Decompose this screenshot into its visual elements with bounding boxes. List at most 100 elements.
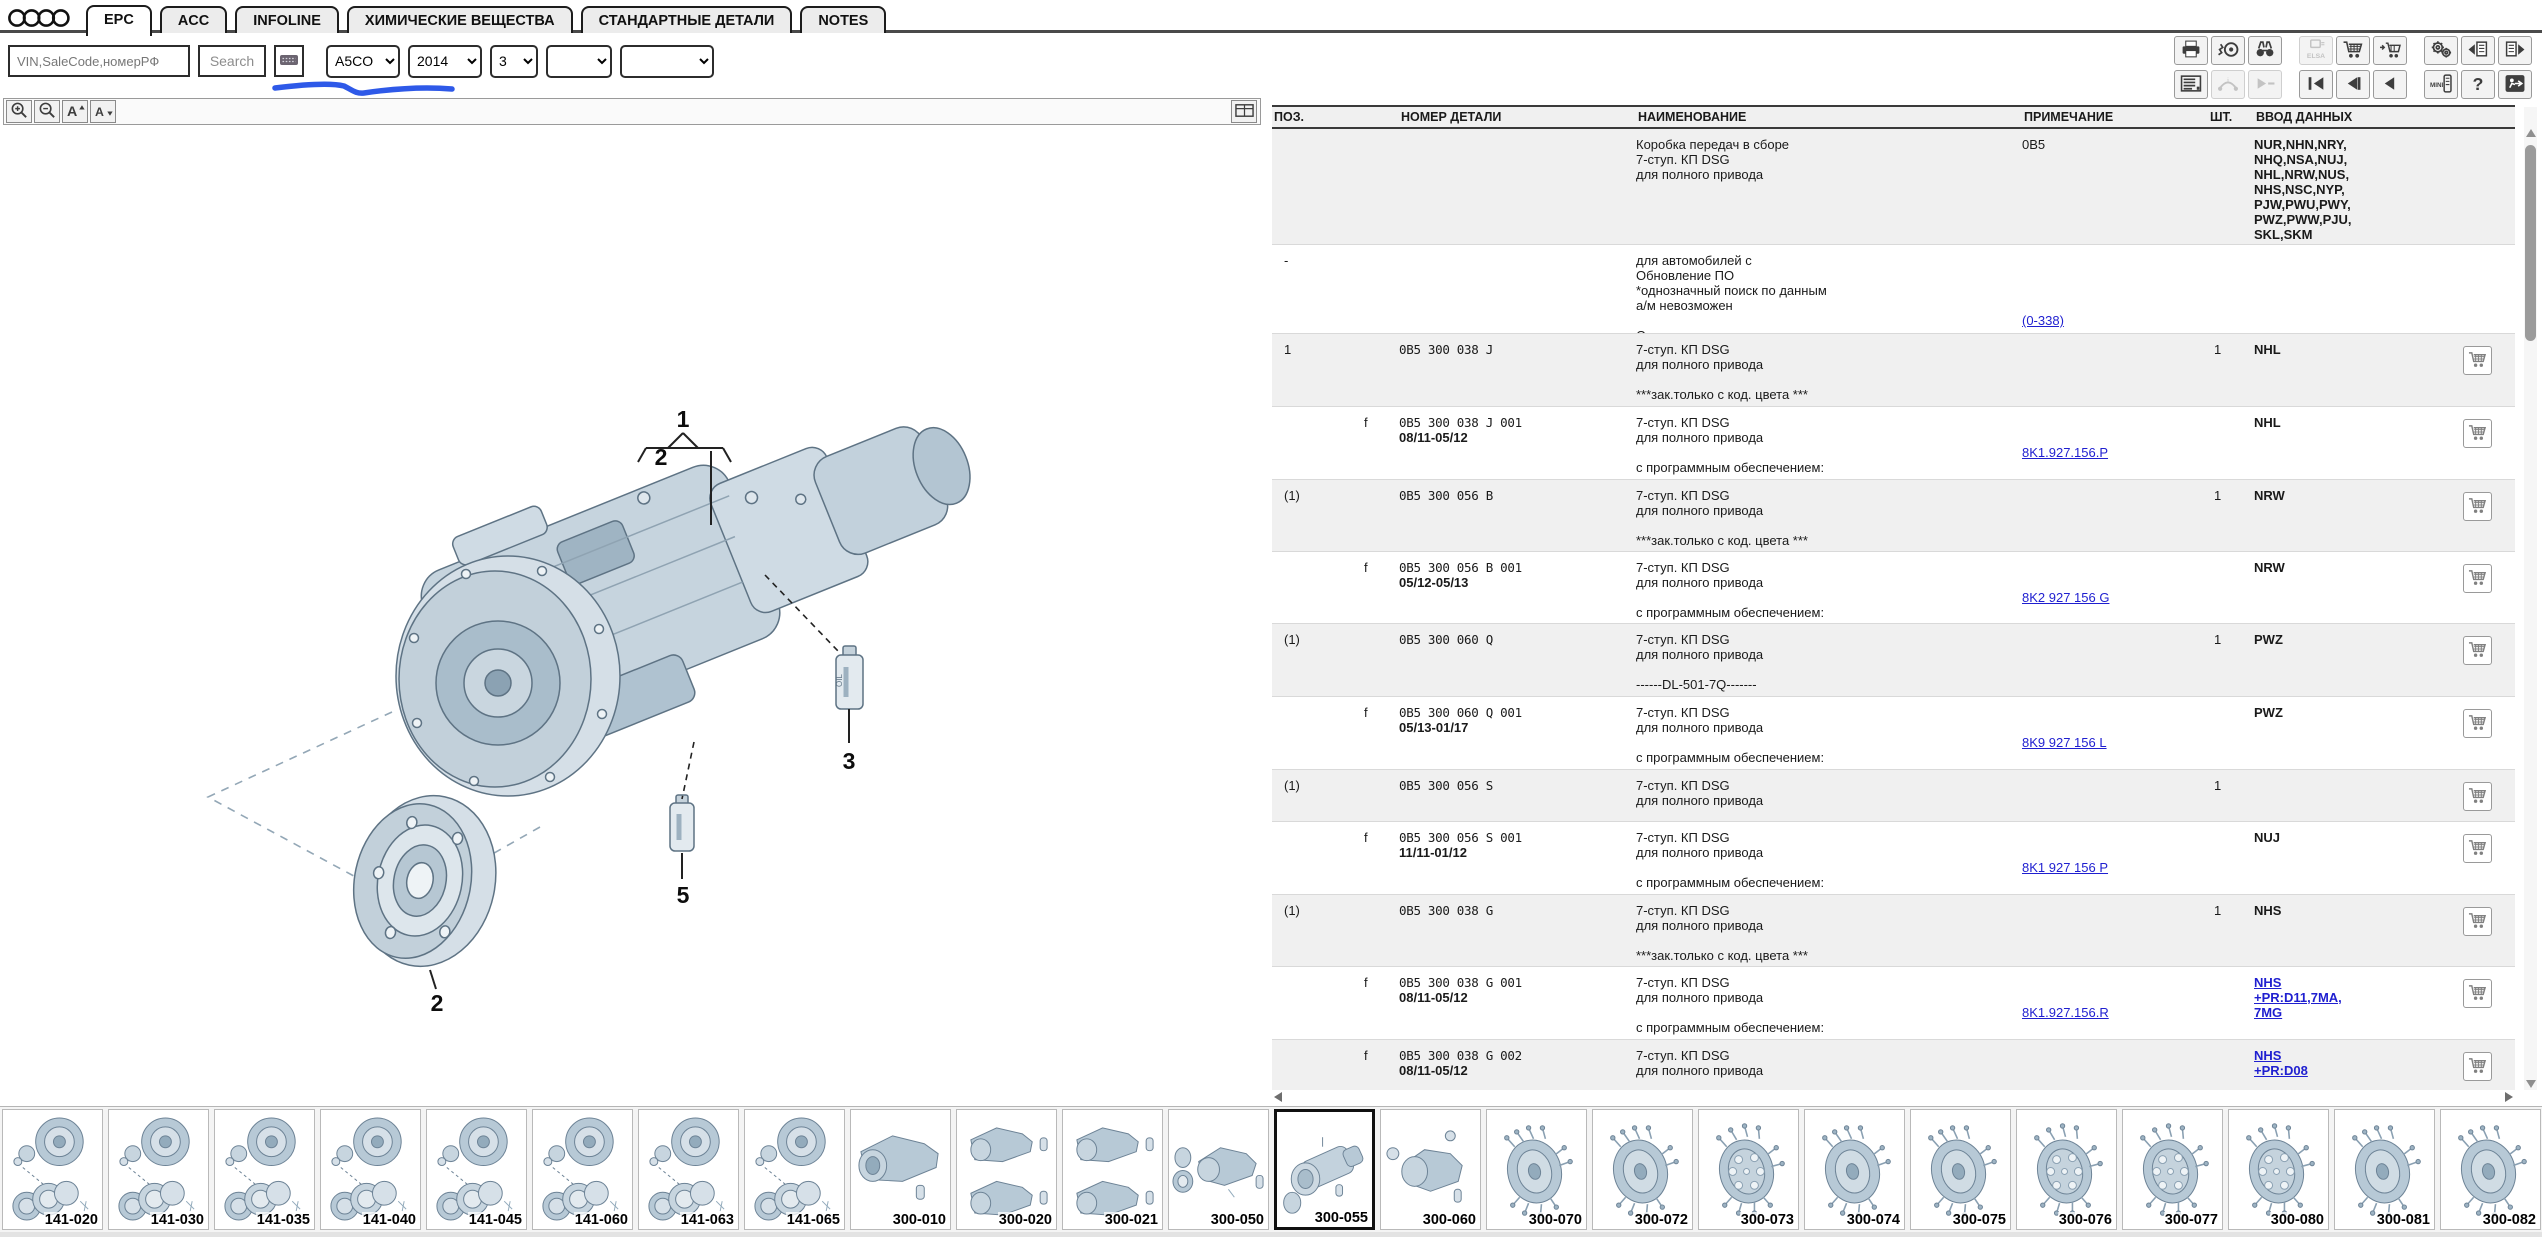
engine-select[interactable]: [546, 45, 612, 78]
filmstrip-thumb-300-020[interactable]: 300-020: [956, 1109, 1057, 1230]
filmstrip-thumb-300-010[interactable]: 300-010: [850, 1109, 951, 1230]
table-row[interactable]: (1)0B5 300 056 S7-ступ. КП DSGдля полног…: [1272, 770, 2515, 822]
tab-epc[interactable]: EPC: [86, 5, 152, 36]
remark-cell: 8K2 927 156 G: [2022, 552, 2208, 623]
cart-transfer-button[interactable]: [2373, 36, 2407, 65]
table-row[interactable]: (1)0B5 300 038 G7-ступ. КП DSGдля полног…: [1272, 895, 2515, 967]
search-parts-button[interactable]: [2248, 36, 2282, 65]
filmstrip-thumb-141-035[interactable]: 141-035: [214, 1109, 315, 1230]
filmstrip-thumb-300-021[interactable]: 300-021: [1062, 1109, 1163, 1230]
add-to-cart-button[interactable]: [2463, 782, 2492, 811]
scroll-right-arrow[interactable]: [2505, 1092, 2513, 1102]
filmstrip-thumb-300-060[interactable]: 300-060: [1380, 1109, 1481, 1230]
add-to-cart-button[interactable]: [2463, 492, 2492, 521]
filmstrip-thumb-300-080[interactable]: 300-080: [2228, 1109, 2329, 1230]
data-entry-link[interactable]: 7MG: [2254, 1005, 2440, 1020]
vin-search-input[interactable]: [8, 45, 190, 77]
tab-химические-вещества[interactable]: ХИМИЧЕСКИЕ ВЕЩЕСТВА: [347, 6, 573, 33]
vertical-scrollbar[interactable]: [2524, 107, 2537, 1090]
table-row[interactable]: 10B5 300 038 J7-ступ. КП DSGдля полного …: [1272, 334, 2515, 407]
table-row[interactable]: f0B5 300 038 J 00108/11-05/127-ступ. КП …: [1272, 407, 2515, 480]
zoom-in-button[interactable]: [6, 100, 32, 123]
table-row[interactable]: (1)0B5 300 060 Q7-ступ. КП DSGдля полног…: [1272, 624, 2515, 697]
prev-catalog-button[interactable]: [2461, 36, 2495, 65]
shopping-cart-button[interactable]: [2336, 36, 2370, 65]
table-row[interactable]: f0B5 300 056 S 00111/11-01/127-ступ. КП …: [1272, 822, 2515, 895]
table-row[interactable]: (1)0B5 300 056 B7-ступ. КП DSGдля полног…: [1272, 480, 2515, 552]
add-to-cart-button[interactable]: [2463, 834, 2492, 863]
settings-button[interactable]: [2424, 36, 2458, 65]
model-select[interactable]: A5CO: [326, 45, 400, 78]
year-select[interactable]: 2014: [408, 45, 482, 78]
filmstrip-thumb-141-030[interactable]: 141-030: [108, 1109, 209, 1230]
filmstrip-thumb-300-070[interactable]: 300-070: [1486, 1109, 1587, 1230]
table-row[interactable]: Коробка передач в сборе7-ступ. КП DSGдля…: [1272, 129, 2515, 245]
filmstrip-thumb-300-072[interactable]: 300-072: [1592, 1109, 1693, 1230]
table-row[interactable]: f0B5 300 038 G 00208/11-05/127-ступ. КП …: [1272, 1040, 2515, 1090]
transmission-select[interactable]: [620, 45, 714, 78]
font-increase-button[interactable]: A: [62, 100, 88, 123]
body-select[interactable]: 3: [490, 45, 538, 78]
add-to-cart-button[interactable]: [2463, 907, 2492, 936]
scroll-up-arrow[interactable]: [2526, 129, 2536, 137]
filmstrip-thumb-141-060[interactable]: 141-060: [532, 1109, 633, 1230]
callout-5[interactable]: 5: [677, 882, 690, 908]
filmstrip-thumb-141-040[interactable]: 141-040: [320, 1109, 421, 1230]
filmstrip-thumb-300-077[interactable]: 300-077: [2122, 1109, 2223, 1230]
add-to-cart-button[interactable]: [2463, 709, 2492, 738]
filmstrip-thumb-141-045[interactable]: 141-045: [426, 1109, 527, 1230]
scroll-left-arrow[interactable]: [1274, 1092, 1282, 1102]
filmstrip-thumb-300-076[interactable]: 300-076: [2016, 1109, 2117, 1230]
vertical-scroll-thumb[interactable]: [2525, 145, 2536, 341]
add-to-cart-button[interactable]: [2463, 1052, 2492, 1081]
filmstrip-thumb-300-074[interactable]: 300-074: [1804, 1109, 1905, 1230]
add-to-cart-button[interactable]: [2463, 636, 2492, 665]
tab-notes[interactable]: NOTES: [800, 6, 886, 33]
add-to-cart-button[interactable]: [2463, 419, 2492, 448]
filmstrip-scrollbar[interactable]: [0, 1232, 2542, 1237]
filmstrip-thumb-300-082[interactable]: 300-082: [2440, 1109, 2541, 1230]
callout-2[interactable]: 2: [431, 990, 444, 1016]
filmstrip-thumb-300-073[interactable]: 300-073: [1698, 1109, 1799, 1230]
data-entry-link[interactable]: +PR:D11,7MA,: [2254, 990, 2440, 1005]
remark-link[interactable]: 8K1 927 156 P: [2022, 860, 2108, 875]
remark-link[interactable]: 8K1.927.156.R: [2022, 1005, 2109, 1020]
table-row[interactable]: f0B5 300 038 G 00108/11-05/127-ступ. КП …: [1272, 967, 2515, 1040]
add-to-cart-button[interactable]: [2463, 564, 2492, 593]
filmstrip-thumb-141-065[interactable]: 141-065: [744, 1109, 845, 1230]
filmstrip-thumb-300-081[interactable]: 300-081: [2334, 1109, 2435, 1230]
horizontal-scrollbar[interactable]: [1272, 1091, 2515, 1104]
filmstrip-thumb-141-063[interactable]: 141-063: [638, 1109, 739, 1230]
zoom-out-button[interactable]: [34, 100, 60, 123]
remark-link[interactable]: 8K9 927 156 L: [2022, 735, 2107, 750]
keyboard-icon-button[interactable]: [274, 45, 304, 77]
data-entry-link[interactable]: NHS: [2254, 975, 2440, 990]
remark-link[interactable]: (0-338): [2022, 313, 2064, 328]
tab-acc[interactable]: ACC: [160, 6, 227, 33]
table-row[interactable]: -для автомобилей сОбновление ПО*однознач…: [1272, 245, 2515, 334]
add-to-cart-button[interactable]: [2463, 979, 2492, 1008]
table-row[interactable]: f0B5 300 056 B 00105/12-05/137-ступ. КП …: [1272, 552, 2515, 624]
filmstrip-thumb-141-020[interactable]: 141-020: [2, 1109, 103, 1230]
add-to-cart-button[interactable]: [2463, 346, 2492, 375]
vehicle-data-button[interactable]: [2211, 36, 2245, 65]
callout-3[interactable]: 3: [843, 748, 856, 774]
data-entry-link[interactable]: NHS: [2254, 1048, 2440, 1063]
table-row[interactable]: f0B5 300 060 Q 00105/13-01/177-ступ. КП …: [1272, 697, 2515, 770]
filmstrip-thumb-300-050[interactable]: 300-050: [1168, 1109, 1269, 1230]
font-decrease-button[interactable]: A: [90, 100, 116, 123]
scroll-down-arrow[interactable]: [2526, 1080, 2536, 1088]
tab-стандартные-детали[interactable]: СТАНДАРТНЫЕ ДЕТАЛИ: [581, 6, 793, 33]
next-catalog-button[interactable]: [2498, 36, 2532, 65]
remark-link[interactable]: 8K2 927 156 G: [2022, 590, 2109, 605]
remark-link[interactable]: 8K1.927.156.P: [2022, 445, 2108, 460]
data-entry-link[interactable]: +PR:D08: [2254, 1063, 2440, 1078]
filmstrip-thumb-300-075[interactable]: 300-075: [1910, 1109, 2011, 1230]
filmstrip-thumb-300-055[interactable]: 300-055: [1274, 1109, 1375, 1230]
search-button[interactable]: Search: [198, 45, 266, 77]
layout-toggle-button[interactable]: [1231, 100, 1257, 123]
print-button[interactable]: [2174, 36, 2208, 65]
tab-infoline[interactable]: INFOLINE: [235, 6, 339, 33]
callout-1[interactable]: 1: [677, 406, 690, 432]
callout-2[interactable]: 2: [655, 444, 668, 470]
